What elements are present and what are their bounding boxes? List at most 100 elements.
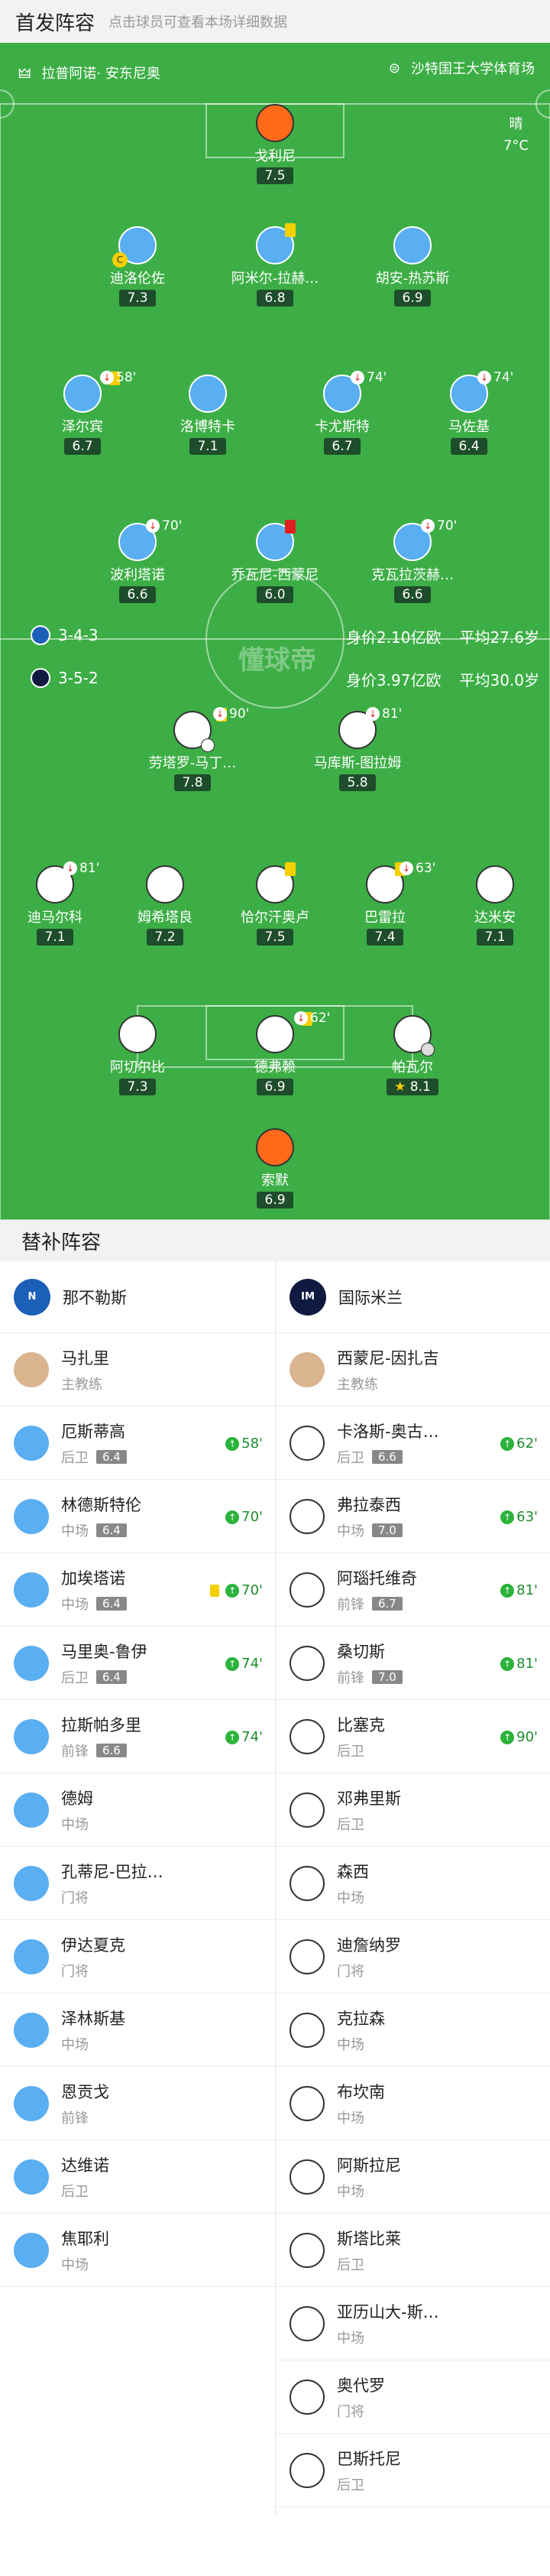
bench-player-row[interactable]: 卡洛斯-奥古… 后卫 6.6 ↑ 62' — [276, 1406, 550, 1480]
player-napoli-mid4[interactable]: ↓ 74' 马佐基 6.4 — [400, 370, 538, 455]
player-rating: 6.9 — [257, 1079, 293, 1095]
bench-player-row[interactable]: 阿瑙托维奇 前锋 6.7 ↑ 81' — [276, 1553, 550, 1627]
player-meta: 中场 — [337, 1887, 369, 1907]
player-meta: 门将 — [337, 1961, 401, 1981]
player-meta: 中场 6.4 — [61, 1520, 141, 1540]
rating-value: 8.1 — [409, 1079, 431, 1095]
sub-minute: 81' — [516, 1656, 538, 1672]
red-card-icon — [285, 520, 296, 534]
bench-player-row[interactable]: 布坎南 中场 — [276, 2067, 550, 2140]
watermark: 懂球帝 — [238, 645, 316, 676]
team-row-inter[interactable]: IM 国际米兰 — [276, 1261, 550, 1333]
bench-player-row[interactable]: 巴斯托尼 后卫 — [276, 2434, 550, 2507]
player-name: 克瓦拉茨赫… — [371, 567, 454, 583]
bench-player-row[interactable]: 斯塔比莱 后卫 — [276, 2214, 550, 2287]
player-rating: 7.0 — [372, 1669, 403, 1684]
sub-off: ↓ 81' — [366, 706, 402, 722]
player-napoli-def3[interactable]: 胡安-热苏斯 6.9 — [344, 226, 481, 307]
bench-right-column: IM 国际米兰 西蒙尼-因扎吉 主教练 卡洛斯-奥古… 后卫 6.6 ↑ 62' 弗拉泰西… — [275, 1261, 550, 2515]
coach-row[interactable]: 西蒙尼-因扎吉 主教练 — [276, 1333, 550, 1406]
bench-player-row[interactable]: 森西 中场 — [276, 1847, 550, 1920]
player-meta: 中场 6.4 — [61, 1594, 127, 1614]
team-row-napoli[interactable]: N 那不勒斯 — [0, 1261, 275, 1333]
player-avatar — [290, 1572, 325, 1608]
weather-temperature: 7°C — [503, 138, 529, 154]
player-name: 达米安 — [474, 910, 516, 926]
player-avatar — [290, 1425, 325, 1461]
player-name: 森西 — [337, 1862, 369, 1881]
bench-player-row[interactable]: 奥代罗 门将 — [276, 2360, 550, 2434]
player-position: 后卫 — [337, 2256, 364, 2273]
team-age: 平均27.6岁 — [459, 628, 539, 647]
player-meta: 中场 — [61, 2034, 125, 2054]
bench-player-row[interactable]: 迪詹纳罗 门将 — [276, 1920, 550, 1994]
player-rating: 7.2 — [147, 929, 183, 946]
player-inter-gk[interactable]: 索默 6.9 — [206, 1128, 344, 1209]
team-age: 平均30.0岁 — [459, 671, 539, 689]
player-inter-fw2[interactable]: ↓ 81' 马库斯-图拉姆 5.8 — [289, 706, 426, 791]
player-avatar: ↓ 74' — [450, 370, 513, 413]
bench-player-row[interactable]: 阿斯拉尼 中场 — [276, 2140, 550, 2214]
player-rating: 6.9 — [257, 1192, 293, 1209]
player-inter-def1[interactable]: 阿切尔比 7.3 — [69, 1015, 206, 1095]
sub-on-icon: ↑ — [225, 1436, 240, 1451]
player-avatar — [14, 1718, 49, 1754]
referee-name: 拉普阿诺· 安东尼奥 — [41, 65, 160, 82]
captain-badge: C — [112, 252, 128, 268]
player-avatar: ↓ 70' — [118, 518, 182, 561]
bench-player-row[interactable]: 林德斯特伦 中场 6.4 ↑ 70' — [0, 1480, 275, 1553]
bench-player-row[interactable]: 桑切斯 前锋 7.0 ↑ 81' — [276, 1627, 550, 1700]
bench-player-row[interactable]: 厄斯蒂高 后卫 6.4 ↑ 58' — [0, 1406, 275, 1480]
sub-off-icon: ↓ — [63, 861, 77, 875]
player-name: 德弗赖 — [254, 1059, 296, 1075]
bench-player-row[interactable]: 泽林斯基 中场 — [0, 1994, 275, 2067]
player-inter-def3[interactable]: 帕瓦尔 ★ 8.1 — [344, 1015, 481, 1095]
bench-player-row[interactable]: 马里奥-鲁伊 后卫 6.4 ↑ 74' — [0, 1627, 275, 1700]
player-napoli-mid3[interactable]: ↓ 74' 卡尤斯特 6.7 — [273, 370, 411, 455]
bench-player-row[interactable]: 加埃塔诺 中场 6.4 ↑ 70' — [0, 1553, 275, 1627]
bench-player-row[interactable]: 恩贡戈 前锋 — [0, 2067, 275, 2140]
bench-player-row[interactable]: 比塞克 后卫 ↑ 90' — [276, 1700, 550, 1773]
bench-player-row[interactable]: 德姆 中场 — [0, 1773, 275, 1847]
player-avatar — [14, 1938, 49, 1974]
yellow-card-icon — [285, 862, 296, 876]
bench-player-row[interactable]: 达维诺 后卫 — [0, 2140, 275, 2214]
player-avatar — [14, 1792, 49, 1828]
player-meta: 门将 — [337, 2401, 385, 2421]
player-rating: 6.0 — [257, 586, 293, 603]
bench-player-row[interactable]: 克拉森 中场 — [276, 1994, 550, 2067]
bench-player-row[interactable]: 邓弗里斯 后卫 — [276, 1773, 550, 1847]
player-position: 中场 — [337, 2036, 364, 2053]
sub-off: ↓ 90' — [213, 706, 249, 722]
player-rating: 6.7 — [64, 438, 101, 455]
bench-player-row[interactable]: 亚历山大-斯… 中场 — [276, 2287, 550, 2360]
player-inter-mid5[interactable]: 达米安 7.1 — [426, 865, 550, 946]
player-inter-fw1[interactable]: ↓ 90' 劳塔罗-马丁… 7.8 — [124, 706, 261, 791]
bench-player-row[interactable]: 焦耶利 中场 — [0, 2214, 275, 2287]
player-meta: 中场 — [337, 2328, 439, 2347]
player-name: 戈利尼 — [254, 148, 296, 164]
bench-player-row[interactable]: 伊达夏克 门将 — [0, 1920, 275, 1994]
team-name: 那不勒斯 — [63, 1288, 127, 1307]
player-napoli-def2[interactable]: 阿米尔-拉赫… 6.8 — [206, 223, 344, 307]
sub-minute: 70' — [437, 518, 458, 534]
player-meta: 后卫 6.4 — [61, 1667, 147, 1687]
coach-row[interactable]: 马扎里 主教练 — [0, 1333, 275, 1406]
player-napoli-fw3[interactable]: ↓ 70' 克瓦拉茨赫… 6.6 — [344, 518, 481, 603]
goal-ball-icon — [201, 738, 215, 752]
whistle-icon: 🜲 — [18, 66, 31, 82]
player-napoli-mid2[interactable]: 洛博特卡 7.1 — [139, 375, 277, 455]
bench-player-row[interactable]: 拉斯帕多里 前锋 6.6 ↑ 74' — [0, 1700, 275, 1773]
player-napoli-def1[interactable]: C 迪洛伦佐 7.3 — [69, 226, 206, 307]
player-napoli-mid1[interactable]: ↓ 58' 泽尔宾 6.7 — [14, 370, 151, 455]
bench-player-row[interactable]: 弗拉泰西 中场 7.0 ↑ 63' — [276, 1480, 550, 1553]
sub-on-icon: ↑ — [500, 1510, 515, 1524]
bench-player-row[interactable]: 孔蒂尼-巴拉… 门将 — [0, 1847, 275, 1920]
player-napoli-fw2[interactable]: 乔瓦尼-西蒙尼 6.0 — [206, 520, 344, 603]
player-meta: 中场 — [61, 2254, 109, 2274]
player-inter-def2[interactable]: ↓ 62' 德弗赖 6.9 — [206, 1011, 344, 1095]
player-napoli-gk[interactable]: 戈利尼 7.5 — [206, 104, 344, 184]
coach-name: 马扎里 — [61, 1348, 109, 1367]
coach-avatar — [14, 1351, 49, 1387]
player-napoli-fw1[interactable]: ↓ 70' 波利塔诺 6.6 — [69, 518, 206, 603]
